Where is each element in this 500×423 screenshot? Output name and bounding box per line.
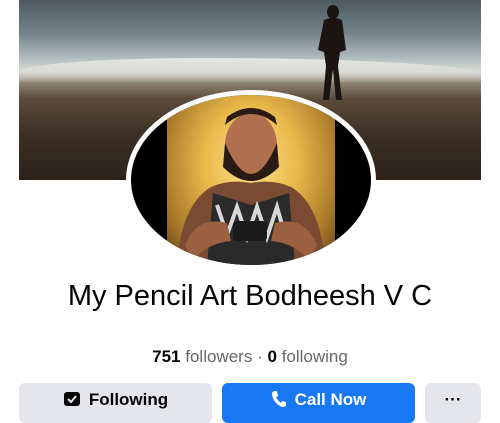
cover-silhouette bbox=[318, 5, 346, 100]
phone-icon bbox=[271, 390, 287, 413]
profile-picture[interactable] bbox=[131, 95, 371, 265]
call-now-label: Call Now bbox=[294, 390, 367, 409]
stats-separator: · bbox=[257, 347, 263, 366]
more-dots-icon: ··· bbox=[444, 390, 462, 409]
call-now-button[interactable]: Call Now bbox=[222, 383, 415, 423]
following-button-label: Following bbox=[88, 390, 169, 409]
profile-portrait bbox=[167, 95, 335, 265]
following-check-icon bbox=[63, 390, 81, 413]
follow-stats: 751 followers · 0 following bbox=[0, 347, 500, 367]
following-count: 0 bbox=[267, 347, 277, 366]
following-button[interactable]: Following bbox=[19, 383, 212, 423]
following-label[interactable]: following bbox=[282, 347, 348, 366]
page-name: My Pencil Art Bodheesh V C bbox=[67, 280, 433, 312]
more-options-button[interactable]: ··· bbox=[425, 383, 481, 423]
followers-count: 751 bbox=[152, 347, 181, 366]
cover-wave bbox=[19, 58, 481, 82]
followers-label[interactable]: followers bbox=[185, 347, 252, 366]
